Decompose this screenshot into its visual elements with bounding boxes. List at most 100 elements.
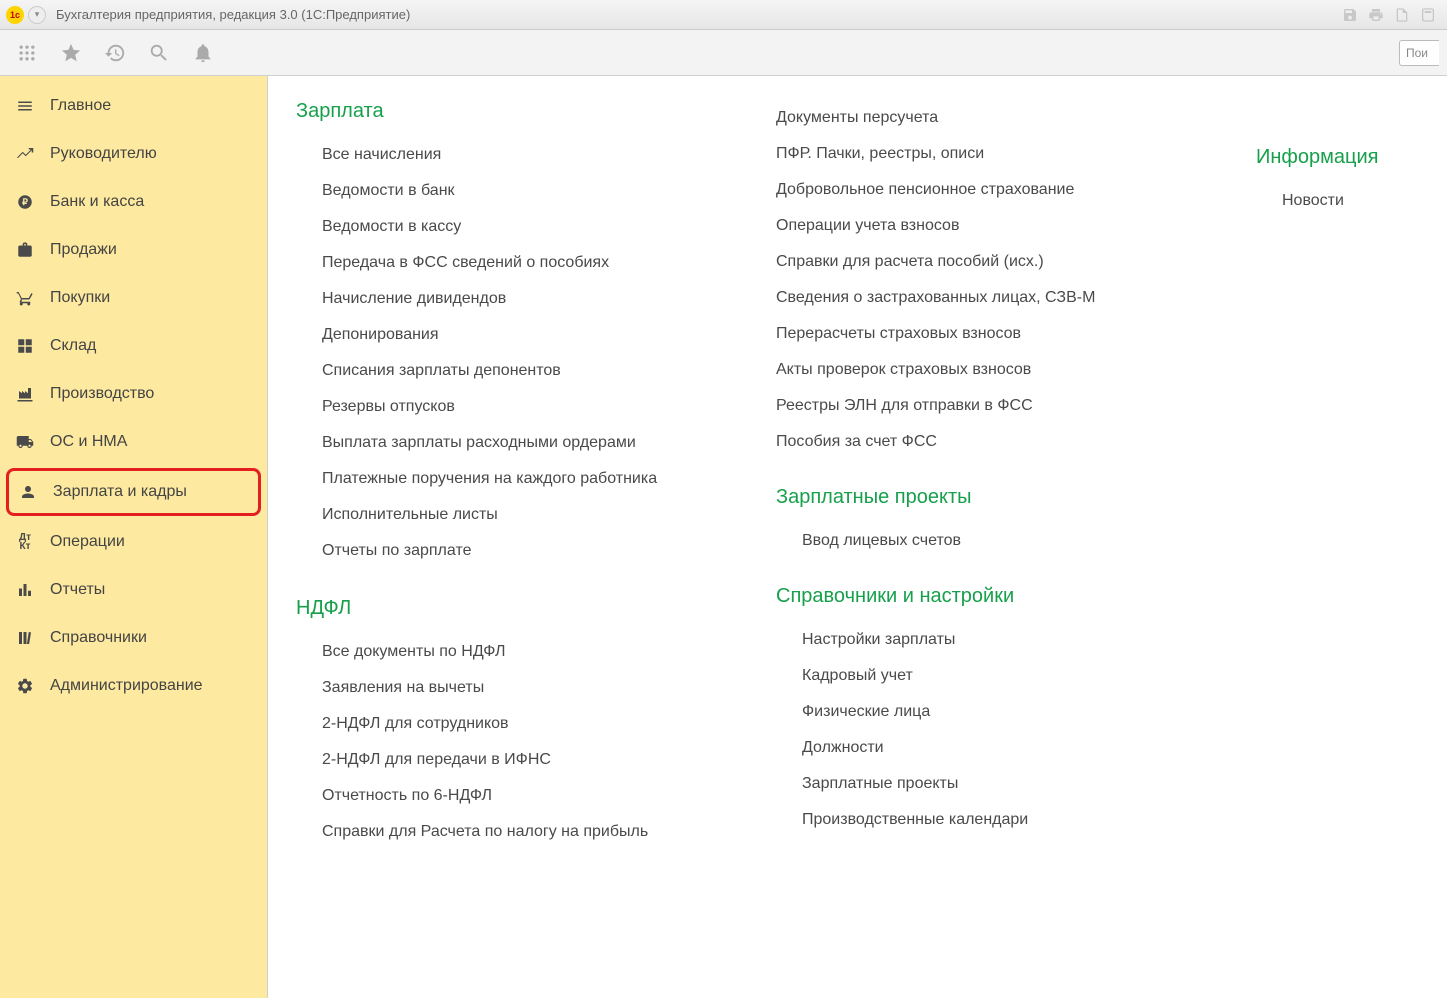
- search-input[interactable]: Пои: [1399, 40, 1439, 66]
- grid-icon: [14, 337, 36, 355]
- nav-label: Руководителю: [50, 145, 157, 163]
- link-item[interactable]: Физические лица: [776, 694, 1216, 730]
- link-item[interactable]: Все документы по НДФЛ: [296, 634, 736, 670]
- link-item[interactable]: Отчетность по 6-НДФЛ: [296, 778, 736, 814]
- link-item[interactable]: Списания зарплаты депонентов: [296, 353, 736, 389]
- link-item[interactable]: Зарплатные проекты: [776, 766, 1216, 802]
- column-1: Зарплата Все начисления Ведомости в банк…: [296, 100, 736, 850]
- window-title: Бухгалтерия предприятия, редакция 3.0 (1…: [56, 7, 1341, 22]
- nav-label: Производство: [50, 385, 154, 403]
- link-item[interactable]: Ведомости в банк: [296, 173, 736, 209]
- print-icon[interactable]: [1367, 6, 1385, 24]
- books-icon: [14, 629, 36, 647]
- link-item[interactable]: Новости: [1256, 183, 1416, 219]
- link-item[interactable]: Начисление дивидендов: [296, 281, 736, 317]
- link-item[interactable]: Депонирования: [296, 317, 736, 353]
- section-ndfl-title[interactable]: НДФЛ: [296, 597, 736, 620]
- link-item[interactable]: Платежные поручения на каждого работника: [296, 461, 736, 497]
- link-item[interactable]: Должности: [776, 730, 1216, 766]
- nav-sales[interactable]: Продажи: [0, 226, 267, 274]
- menu-icon: [14, 97, 36, 115]
- nav-admin[interactable]: Администрирование: [0, 662, 267, 710]
- search-placeholder: Пои: [1406, 46, 1428, 60]
- gear-icon: [14, 677, 36, 695]
- link-item[interactable]: Пособия за счет ФСС: [776, 424, 1216, 460]
- nav-warehouse[interactable]: Склад: [0, 322, 267, 370]
- link-item[interactable]: Документы персучета: [776, 100, 1216, 136]
- nav-label: Главное: [50, 97, 111, 115]
- link-item[interactable]: Сведения о застрахованных лицах, СЗВ-М: [776, 280, 1216, 316]
- nav-main[interactable]: Главное: [0, 82, 267, 130]
- apps-icon[interactable]: [6, 32, 48, 74]
- bag-icon: [14, 241, 36, 259]
- link-item[interactable]: Отчеты по зарплате: [296, 533, 736, 569]
- link-item[interactable]: Ввод лицевых счетов: [776, 523, 1216, 559]
- nav-manager[interactable]: Руководителю: [0, 130, 267, 178]
- bell-icon[interactable]: [182, 32, 224, 74]
- search-icon[interactable]: [138, 32, 180, 74]
- ruble-icon: ₽: [14, 193, 36, 211]
- link-item[interactable]: ПФР. Пачки, реестры, описи: [776, 136, 1216, 172]
- truck-icon: [14, 433, 36, 451]
- debit-credit-icon: ДтКт: [14, 533, 36, 551]
- nav-purchases[interactable]: Покупки: [0, 274, 267, 322]
- column-3: Информация Новости: [1256, 100, 1416, 850]
- link-item[interactable]: Все начисления: [296, 137, 736, 173]
- app-logo-icon: 1c: [6, 6, 24, 24]
- link-item[interactable]: Кадровый учет: [776, 658, 1216, 694]
- svg-text:₽: ₽: [22, 197, 28, 207]
- link-item[interactable]: 2-НДФЛ для передачи в ИФНС: [296, 742, 736, 778]
- nav-bank[interactable]: ₽ Банк и касса: [0, 178, 267, 226]
- section-information-title[interactable]: Информация: [1256, 146, 1416, 169]
- nav-salary-hr[interactable]: Зарплата и кадры: [6, 468, 261, 516]
- barchart-icon: [14, 581, 36, 599]
- star-icon[interactable]: [50, 32, 92, 74]
- trend-icon: [14, 145, 36, 163]
- person-icon: [17, 483, 39, 501]
- section-salary-projects-title[interactable]: Зарплатные проекты: [776, 486, 1216, 509]
- dropdown-button[interactable]: ▾: [28, 6, 46, 24]
- nav-operations[interactable]: ДтКт Операции: [0, 518, 267, 566]
- link-item[interactable]: Акты проверок страховых взносов: [776, 352, 1216, 388]
- nav-assets[interactable]: ОС и НМА: [0, 418, 267, 466]
- link-item[interactable]: Резервы отпусков: [296, 389, 736, 425]
- link-item[interactable]: Справки для расчета пособий (исх.): [776, 244, 1216, 280]
- link-item[interactable]: Исполнительные листы: [296, 497, 736, 533]
- toolbar: Пои: [0, 30, 1447, 76]
- save-icon[interactable]: [1341, 6, 1359, 24]
- link-item[interactable]: Заявления на вычеты: [296, 670, 736, 706]
- link-item[interactable]: Передача в ФСС сведений о пособиях: [296, 245, 736, 281]
- column-2: Документы персучета ПФР. Пачки, реестры,…: [776, 100, 1216, 850]
- section-salary-title[interactable]: Зарплата: [296, 100, 736, 123]
- link-item[interactable]: Реестры ЭЛН для отправки в ФСС: [776, 388, 1216, 424]
- titlebar: 1c ▾ Бухгалтерия предприятия, редакция 3…: [0, 0, 1447, 30]
- link-item[interactable]: Выплата зарплаты расходными ордерами: [296, 425, 736, 461]
- link-item[interactable]: 2-НДФЛ для сотрудников: [296, 706, 736, 742]
- factory-icon: [14, 385, 36, 403]
- link-item[interactable]: Настройки зарплаты: [776, 622, 1216, 658]
- link-item[interactable]: Добровольное пенсионное страхование: [776, 172, 1216, 208]
- nav-label: Отчеты: [50, 581, 105, 599]
- history-icon[interactable]: [94, 32, 136, 74]
- nav-label: Операции: [50, 533, 125, 551]
- link-item[interactable]: Ведомости в кассу: [296, 209, 736, 245]
- cart-icon: [14, 289, 36, 307]
- nav-label: Продажи: [50, 241, 117, 259]
- link-item[interactable]: Справки для Расчета по налогу на прибыль: [296, 814, 736, 850]
- calculator-icon[interactable]: [1419, 6, 1437, 24]
- document-icon[interactable]: [1393, 6, 1411, 24]
- nav-label: Администрирование: [50, 677, 203, 695]
- sidebar: Главное Руководителю ₽ Банк и касса Прод…: [0, 76, 268, 998]
- link-item[interactable]: Производственные календари: [776, 802, 1216, 838]
- nav-reports[interactable]: Отчеты: [0, 566, 267, 614]
- link-item[interactable]: Перерасчеты страховых взносов: [776, 316, 1216, 352]
- link-item[interactable]: Операции учета взносов: [776, 208, 1216, 244]
- nav-label: Склад: [50, 337, 96, 355]
- nav-label: Покупки: [50, 289, 110, 307]
- nav-directories[interactable]: Справочники: [0, 614, 267, 662]
- nav-production[interactable]: Производство: [0, 370, 267, 418]
- section-directories-settings-title[interactable]: Справочники и настройки: [776, 585, 1216, 608]
- nav-label: ОС и НМА: [50, 433, 127, 451]
- content-area: Зарплата Все начисления Ведомости в банк…: [268, 76, 1447, 998]
- nav-label: Зарплата и кадры: [53, 483, 187, 501]
